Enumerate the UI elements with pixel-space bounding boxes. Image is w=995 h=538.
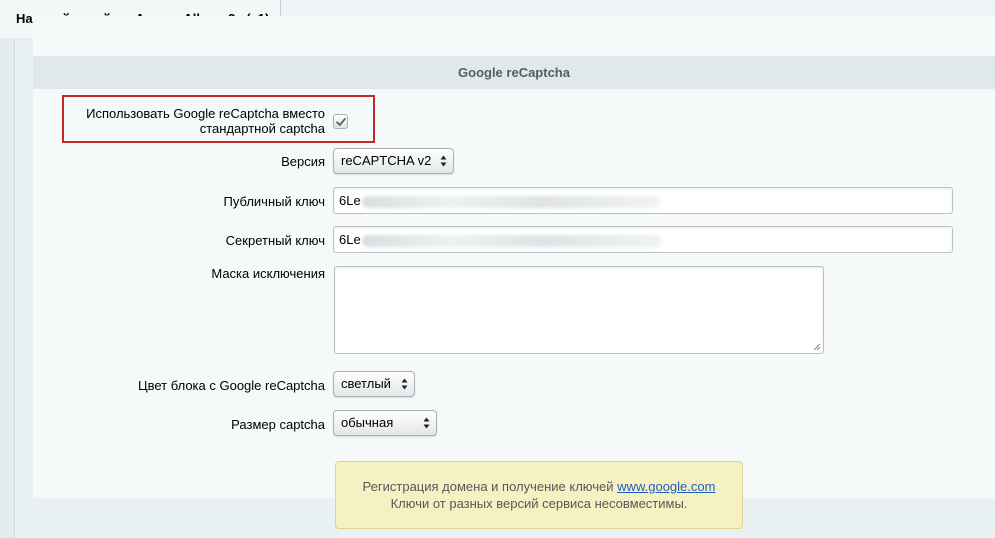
- block-color-label: Цвет блока с Google reCaptcha: [137, 378, 325, 393]
- block-color-select[interactable]: светлый: [333, 371, 415, 397]
- info-note: Регистрация домена и получение ключей ww…: [335, 461, 743, 529]
- exclusion-mask-label: Маска исключения: [211, 266, 325, 281]
- select-arrows-icon: [423, 417, 430, 429]
- use-recaptcha-label: Использовать Google reCaptcha вместо ста…: [66, 106, 325, 136]
- use-recaptcha-checkbox[interactable]: [333, 114, 348, 129]
- use-recaptcha-label-line1: Использовать Google reCaptcha вместо: [86, 106, 325, 121]
- version-label: Версия: [281, 154, 325, 169]
- checkmark-icon: [336, 118, 346, 126]
- block-color-select-value: светлый: [341, 376, 391, 391]
- public-key-input[interactable]: 6Le: [333, 187, 953, 214]
- public-key-value: 6Le: [339, 193, 361, 208]
- google-link[interactable]: www.google.com: [617, 479, 715, 494]
- note-line1: Регистрация домена и получение ключей ww…: [336, 478, 742, 495]
- secret-key-value: 6Le: [339, 232, 361, 247]
- resize-grip-icon[interactable]: [813, 343, 821, 351]
- exclusion-mask-textarea[interactable]: [334, 266, 824, 354]
- secret-key-label: Секретный ключ: [225, 233, 325, 248]
- select-arrows-icon: [401, 378, 408, 390]
- redacted-blur: [361, 195, 660, 208]
- version-select[interactable]: reCAPTCHA v2: [333, 148, 454, 174]
- captcha-size-label: Размер captcha: [231, 417, 325, 432]
- redacted-blur: [361, 234, 662, 247]
- note-line1-text: Регистрация домена и получение ключей: [362, 479, 614, 494]
- use-recaptcha-label-line2: стандартной captcha: [199, 121, 325, 136]
- version-select-value: reCAPTCHA v2: [341, 153, 432, 168]
- note-line2: Ключи от разных версий сервиса несовмест…: [390, 496, 688, 511]
- public-key-label: Публичный ключ: [223, 194, 325, 209]
- captcha-size-select[interactable]: обычная: [333, 410, 437, 436]
- section-title: Google reCaptcha: [33, 56, 995, 89]
- select-arrows-icon: [440, 155, 447, 167]
- captcha-size-select-value: обычная: [341, 415, 394, 430]
- secret-key-input[interactable]: 6Le: [333, 226, 953, 253]
